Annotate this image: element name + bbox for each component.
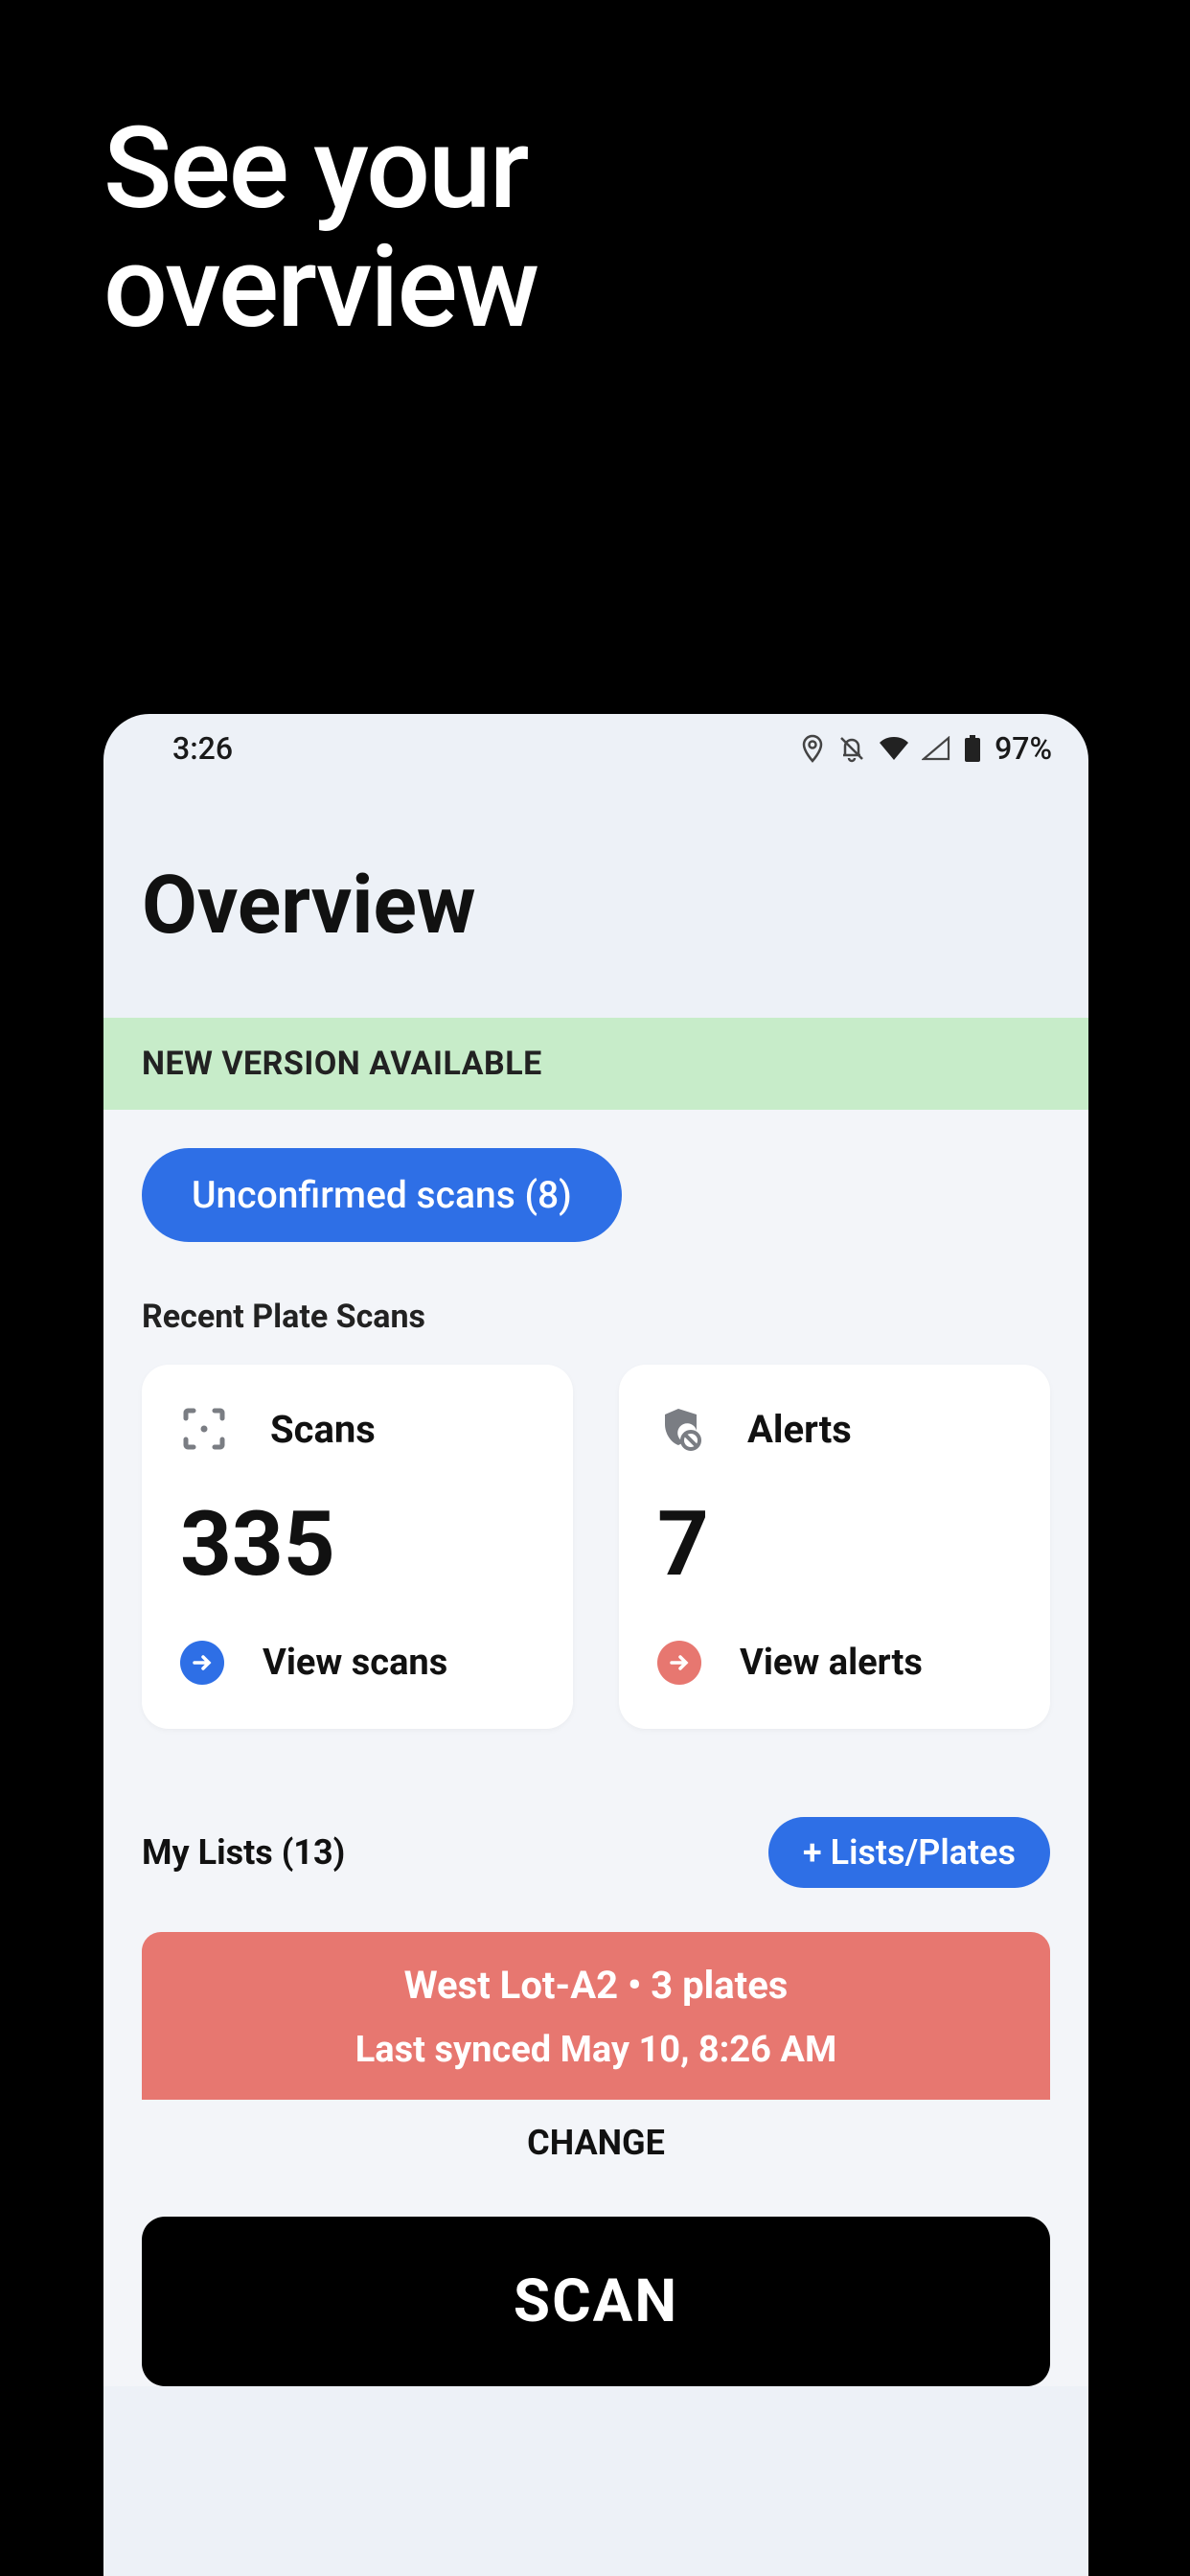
lot-title: West Lot-A2 • 3 plates xyxy=(161,1963,1031,2008)
arrow-right-icon xyxy=(180,1641,224,1685)
shield-alert-icon xyxy=(657,1405,705,1453)
view-scans-link[interactable]: View scans xyxy=(180,1641,535,1685)
content-area: Unconfirmed scans (8) Recent Plate Scans… xyxy=(103,1110,1088,2386)
bell-off-icon xyxy=(837,734,866,763)
status-bar: 3:26 97% xyxy=(103,714,1088,783)
view-alerts-link[interactable]: View alerts xyxy=(657,1641,1012,1685)
scan-button[interactable]: SCAN xyxy=(142,2217,1050,2386)
stats-cards: Scans 335 View scans Alerts 7 xyxy=(142,1365,1050,1729)
add-lists-button[interactable]: + Lists/Plates xyxy=(768,1817,1050,1888)
battery-icon xyxy=(964,735,981,762)
change-button[interactable]: CHANGE xyxy=(142,2123,1050,2163)
view-alerts-label: View alerts xyxy=(740,1642,923,1684)
alerts-count: 7 xyxy=(657,1491,1012,1597)
page-title: Overview xyxy=(103,783,1088,1018)
recent-scans-label: Recent Plate Scans xyxy=(142,1298,1050,1336)
status-time: 3:26 xyxy=(172,730,233,767)
arrow-right-icon xyxy=(657,1641,701,1685)
my-lists-label: My Lists (13) xyxy=(142,1832,345,1873)
lot-sync-time: Last synced May 10, 8:26 AM xyxy=(161,2029,1031,2071)
current-lot-card[interactable]: West Lot-A2 • 3 plates Last synced May 1… xyxy=(142,1932,1050,2100)
unconfirmed-scans-chip[interactable]: Unconfirmed scans (8) xyxy=(142,1148,622,1242)
scans-count: 335 xyxy=(180,1491,535,1597)
scan-icon xyxy=(180,1405,228,1453)
alerts-card[interactable]: Alerts 7 View alerts xyxy=(619,1365,1050,1729)
lists-row: My Lists (13) + Lists/Plates xyxy=(142,1817,1050,1888)
promo-line1: See your xyxy=(103,110,1190,229)
scans-card[interactable]: Scans 335 View scans xyxy=(142,1365,573,1729)
update-banner[interactable]: NEW VERSION AVAILABLE xyxy=(103,1018,1088,1110)
location-icon xyxy=(801,734,824,763)
signal-icon xyxy=(922,736,950,761)
view-scans-label: View scans xyxy=(263,1642,447,1684)
battery-percent: 97% xyxy=(995,730,1052,767)
scans-card-title: Scans xyxy=(270,1407,376,1452)
status-icons: 97% xyxy=(801,730,1052,767)
alerts-card-title: Alerts xyxy=(747,1407,852,1452)
wifi-icon xyxy=(880,737,908,760)
phone-frame: 3:26 97% Overview NEW VERSION AVAILABLE … xyxy=(103,714,1088,2576)
promo-heading: See your overview xyxy=(0,0,1190,348)
promo-line2: overview xyxy=(103,229,1190,348)
